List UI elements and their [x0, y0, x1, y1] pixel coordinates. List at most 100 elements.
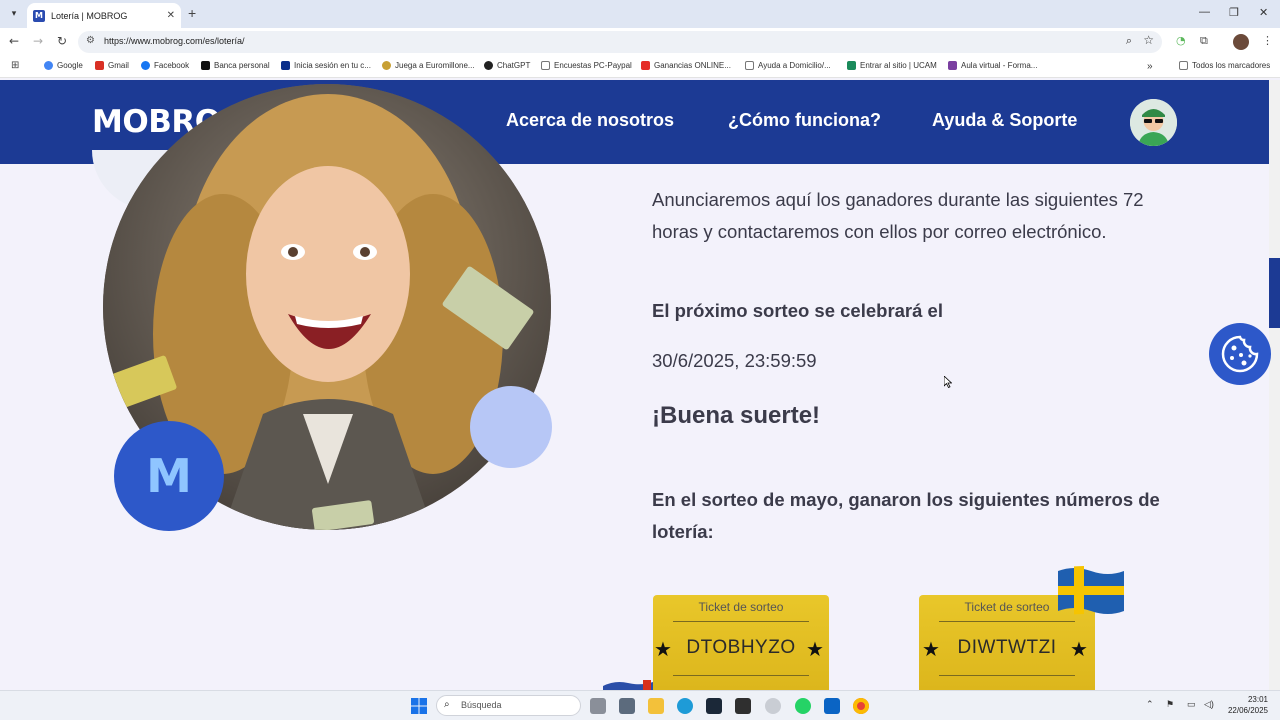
- browser-tab-active[interactable]: M Lotería | MOBROG ✕: [27, 3, 181, 28]
- ucam-icon: [847, 61, 856, 70]
- edge-icon[interactable]: [677, 698, 693, 714]
- tab-title: Lotería | MOBROG: [51, 10, 128, 21]
- calculator-icon[interactable]: [619, 698, 635, 714]
- cookie-icon: [1221, 335, 1259, 373]
- bookmark-google[interactable]: Google: [44, 61, 83, 70]
- next-draw-title: El próximo sorteo se celebrará el: [652, 300, 943, 321]
- ticket-divider: [673, 675, 809, 676]
- system-clock[interactable]: 23:01 22/06/2025: [1222, 694, 1268, 716]
- nav-help-support[interactable]: Ayuda & Soporte: [932, 110, 1077, 131]
- clock-date: 22/06/2025: [1227, 706, 1268, 715]
- taskbar-search-text: Búsqueda: [461, 700, 502, 710]
- may-winners-title: En el sorteo de mayo, ganaron los siguie…: [652, 489, 1160, 542]
- folder-icon: [745, 61, 754, 70]
- restore-button[interactable]: ❐: [1229, 6, 1239, 19]
- whatsapp-icon[interactable]: [795, 698, 811, 714]
- steam-icon[interactable]: [706, 698, 722, 714]
- reload-button[interactable]: ↻: [57, 34, 67, 48]
- language-icon[interactable]: ⚑: [1166, 699, 1174, 710]
- apps-grid-icon[interactable]: ⊞: [11, 60, 19, 71]
- google-icon: [44, 61, 53, 70]
- more-bookmarks-button[interactable]: »: [1147, 61, 1153, 72]
- windows-start-icon[interactable]: [411, 698, 427, 714]
- store-icon[interactable]: [735, 698, 751, 714]
- user-avatar[interactable]: [1130, 99, 1177, 146]
- bookmark-chatgpt[interactable]: ChatGPT: [484, 61, 530, 70]
- ticket-code: DTOBHYZO: [686, 637, 796, 658]
- page-scrollbar-track[interactable]: [1269, 80, 1280, 690]
- aula-icon: [948, 61, 957, 70]
- site-info-icon[interactable]: ⚙: [86, 35, 95, 46]
- forward-button[interactable]: →: [33, 34, 43, 48]
- bookmark-banca[interactable]: Banca personal: [201, 61, 270, 70]
- page-scrollbar-thumb[interactable]: [1269, 258, 1280, 328]
- bookmark-folder-ayuda[interactable]: Ayuda a Domicilio/...: [745, 61, 831, 70]
- bookmark-gmail[interactable]: Gmail: [95, 61, 129, 70]
- folder-icon: [1179, 61, 1188, 70]
- decorative-circle: [470, 386, 552, 468]
- outlook-icon[interactable]: [824, 698, 840, 714]
- clock-time: 23:01: [1247, 695, 1268, 704]
- winners-announcement-text: Anunciaremos aquí los ganadores durante …: [652, 189, 1144, 242]
- euromillones-icon: [382, 61, 391, 70]
- all-bookmarks-folder[interactable]: Todos los marcadores: [1179, 61, 1270, 70]
- new-tab-button[interactable]: +: [188, 5, 196, 21]
- youtube-icon: [641, 61, 650, 70]
- mouse-cursor-icon: [944, 376, 952, 388]
- app-icon[interactable]: [765, 698, 781, 714]
- facebook-icon: [141, 61, 150, 70]
- badge-letter: M: [146, 449, 192, 503]
- good-luck-heading: ¡Buena suerte!: [652, 402, 821, 429]
- folder-icon: [541, 61, 550, 70]
- bookmark-euromillones[interactable]: Juega a Euromillone...: [382, 61, 475, 70]
- task-view-icon[interactable]: [590, 698, 606, 714]
- bookmark-folder-encuestas[interactable]: Encuestas PC-Paypal: [541, 61, 632, 70]
- file-explorer-icon[interactable]: [648, 698, 664, 714]
- sweden-flag-icon: [1058, 566, 1124, 615]
- profile-avatar[interactable]: [1233, 34, 1249, 50]
- browser-toolbar: ← → ↻ ⚙ https://www.mobrog.com/es/loterí…: [0, 28, 1280, 56]
- mobrog-favicon-icon: M: [33, 9, 45, 22]
- bookmark-youtube[interactable]: Ganancias ONLINE...: [641, 61, 731, 70]
- extension-loading-icon[interactable]: ◔: [1176, 34, 1186, 47]
- address-bar[interactable]: ⚙ https://www.mobrog.com/es/lotería/ ⌕ ☆: [78, 31, 1162, 53]
- tray-chevron-icon[interactable]: ⌃: [1146, 699, 1154, 710]
- zoom-icon[interactable]: ⌕: [1126, 34, 1132, 48]
- extensions-icon[interactable]: ⧉: [1200, 34, 1208, 48]
- volume-icon[interactable]: ◁): [1204, 699, 1214, 710]
- minimize-button[interactable]: —: [1199, 6, 1210, 18]
- ticket-code: DIWTWTZI: [957, 637, 1057, 658]
- user-avatar-icon: [1130, 99, 1177, 146]
- bookmark-aula-virtual[interactable]: Aula virtual - Forma...: [948, 61, 1037, 70]
- windows-taskbar: ⌕ Búsqueda ⌃ ⚑ ▭ ◁) 23:01 22/06/2025: [0, 690, 1280, 720]
- cookie-settings-button[interactable]: [1209, 323, 1271, 385]
- close-icon[interactable]: ✕: [167, 10, 175, 21]
- back-button[interactable]: ←: [9, 34, 19, 48]
- taskbar-search[interactable]: ⌕ Búsqueda: [436, 695, 581, 716]
- bookmarks-bar: ⊞ Google Gmail Facebook Banca personal I…: [0, 56, 1280, 78]
- nav-how-it-works[interactable]: ¿Cómo funciona?: [728, 110, 881, 131]
- flag-icon: [603, 680, 653, 690]
- ticket-divider: [673, 621, 809, 622]
- next-draw-date: 30/6/2025, 23:59:59: [652, 350, 817, 371]
- bookmark-star-icon[interactable]: ☆: [1143, 33, 1154, 47]
- star-icon: ★: [806, 637, 824, 661]
- search-icon: ⌕: [444, 699, 450, 710]
- nav-about[interactable]: Acerca de nosotros: [506, 110, 674, 131]
- network-icon[interactable]: ▭: [1187, 699, 1196, 710]
- bank-icon: [201, 61, 210, 70]
- lottery-ticket: Ticket de sorteo ★ DTOBHYZO ★: [653, 595, 829, 690]
- paypal-icon: [281, 61, 290, 70]
- bookmark-facebook[interactable]: Facebook: [141, 61, 189, 70]
- mobrog-badge: M: [114, 421, 224, 531]
- bookmark-paypal[interactable]: Inicia sesión en tu c...: [281, 61, 371, 70]
- star-icon: ★: [1070, 637, 1088, 661]
- tab-search-button[interactable]: ▾: [4, 4, 24, 24]
- chrome-icon[interactable]: [853, 698, 869, 714]
- bookmark-ucam[interactable]: Entrar al sitio | UCAM: [847, 61, 937, 70]
- window-close-button[interactable]: ✕: [1259, 6, 1268, 19]
- gmail-icon: [95, 61, 104, 70]
- chrome-menu-icon[interactable]: ⋮: [1262, 34, 1273, 47]
- chatgpt-icon: [484, 61, 493, 70]
- url-text[interactable]: https://www.mobrog.com/es/lotería/: [104, 36, 245, 46]
